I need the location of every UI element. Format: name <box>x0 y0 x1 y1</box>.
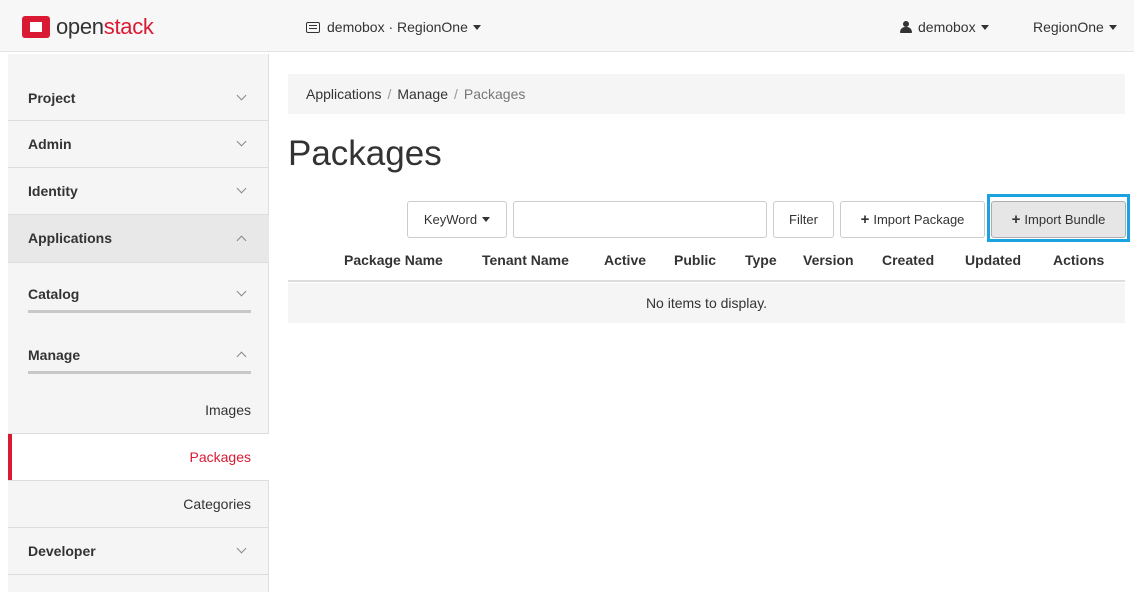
breadcrumb-item-manage[interactable]: Manage <box>397 86 448 102</box>
sidebar-section-label: Catalog <box>28 286 80 302</box>
sidebar-item-categories[interactable]: Categories <box>8 481 269 527</box>
table-header: Package Name Tenant Name Active Public T… <box>288 248 1125 282</box>
column-header-version[interactable]: Version <box>803 248 854 272</box>
server-list-icon <box>306 21 320 33</box>
sidebar-item-label: Categories <box>183 496 251 512</box>
breadcrumb-separator: / <box>387 86 392 102</box>
column-header-created[interactable]: Created <box>882 248 934 272</box>
sidebar-section-developer[interactable]: Developer <box>8 528 269 574</box>
table-empty-message: No items to display. <box>288 283 1125 323</box>
column-header-tenant-name[interactable]: Tenant Name <box>482 248 569 272</box>
sidebar-item-label: Images <box>205 402 251 418</box>
import-bundle-highlight <box>987 194 1130 242</box>
chevron-down-icon <box>236 286 247 297</box>
column-header-active[interactable]: Active <box>604 248 646 272</box>
chevron-up-icon <box>236 351 247 362</box>
chevron-down-icon <box>236 90 247 101</box>
top-navbar: openstack demobox · RegionOne demobox Re… <box>0 0 1134 52</box>
column-header-updated[interactable]: Updated <box>965 248 1021 272</box>
column-header-actions: Actions <box>1053 252 1105 268</box>
sidebar-section-admin[interactable]: Admin <box>8 121 269 167</box>
sidebar-item-label: Packages <box>189 449 251 465</box>
sidebar-divider <box>8 574 269 575</box>
sidebar-section-label: Developer <box>28 543 96 559</box>
column-header-public[interactable]: Public <box>674 248 716 272</box>
filter-type-dropdown[interactable]: KeyWord <box>407 201 507 238</box>
column-header-type[interactable]: Type <box>745 248 777 272</box>
chevron-down-icon <box>236 543 247 554</box>
openstack-logo[interactable]: openstack <box>22 14 154 40</box>
user-menu[interactable]: demobox <box>900 19 989 35</box>
caret-down-icon <box>482 217 491 222</box>
import-package-label: Import Package <box>873 212 965 227</box>
caret-down-icon <box>980 24 989 30</box>
openstack-logo-icon <box>22 16 50 38</box>
region-menu[interactable]: RegionOne <box>1033 19 1117 35</box>
import-package-button[interactable]: + Import Package <box>840 201 985 238</box>
sidebar-section-label: Admin <box>28 136 72 152</box>
logo-text: openstack <box>56 14 154 39</box>
sidebar-section-label: Applications <box>28 230 113 246</box>
project-switcher[interactable]: demobox · RegionOne <box>306 19 481 35</box>
sidebar-section-applications[interactable]: Applications <box>8 215 269 262</box>
sidebar-section-label: Project <box>28 90 76 106</box>
user-icon <box>900 21 912 33</box>
search-input[interactable] <box>513 201 767 238</box>
sidebar-section-project[interactable]: Project <box>8 74 269 120</box>
project-switcher-label: demobox · RegionOne <box>327 19 468 35</box>
plus-icon: + <box>860 211 870 228</box>
breadcrumb-item-packages: Packages <box>463 86 526 102</box>
column-header-package-name[interactable]: Package Name <box>344 248 443 272</box>
filter-type-label: KeyWord <box>423 212 478 227</box>
filter-button-label: Filter <box>789 212 818 227</box>
filter-button[interactable]: Filter <box>773 201 834 238</box>
breadcrumb-item-applications[interactable]: Applications <box>306 86 382 102</box>
chevron-up-icon <box>236 235 247 246</box>
sidebar-item-packages[interactable]: Packages <box>8 434 269 480</box>
caret-down-icon <box>1108 24 1117 30</box>
sidebar-section-identity[interactable]: Identity <box>8 168 269 214</box>
breadcrumb-separator: / <box>453 86 458 102</box>
catalog-underline <box>28 310 251 313</box>
manage-underline <box>28 371 251 374</box>
page-title: Packages <box>288 134 442 173</box>
sidebar-item-images[interactable]: Images <box>8 387 269 433</box>
sidebar-section-label: Manage <box>28 347 81 363</box>
user-menu-label: demobox <box>918 19 976 35</box>
breadcrumb: Applications / Manage / Packages <box>288 74 1125 114</box>
sidebar: Project Admin Identity Applications Cata… <box>8 54 269 592</box>
caret-down-icon <box>472 24 481 30</box>
region-menu-label: RegionOne <box>1033 19 1104 35</box>
chevron-down-icon <box>236 183 247 194</box>
sidebar-section-label: Identity <box>28 183 78 199</box>
chevron-down-icon <box>236 136 247 147</box>
